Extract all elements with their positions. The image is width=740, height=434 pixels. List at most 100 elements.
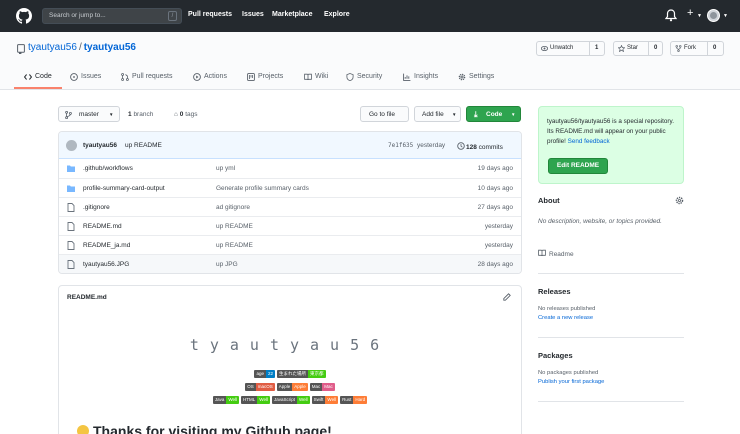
file-commit-message[interactable]: up README: [216, 223, 253, 230]
tab-label: Insights: [414, 73, 439, 80]
nav-marketplace[interactable]: Marketplace: [272, 11, 312, 18]
gear-icon: [458, 73, 466, 81]
tab-label: Security: [357, 73, 383, 80]
nav-explore[interactable]: Explore: [324, 11, 350, 18]
chevron-down-icon: ▼: [697, 13, 702, 19]
file-commit-message[interactable]: ad gitignore: [216, 204, 250, 211]
file-age: yesterday: [484, 241, 513, 249]
commit-author-avatar[interactable]: [66, 140, 77, 151]
readme-link[interactable]: Readme: [538, 249, 574, 258]
badge: Swift Well: [311, 396, 339, 404]
code-download-button[interactable]: ⤓ Code ▼: [466, 106, 521, 122]
file-row[interactable]: README_ja.md up README yesterday: [59, 235, 521, 254]
badge: Apple Apple: [276, 383, 308, 391]
tab-label: Issues: [81, 73, 102, 80]
file-name[interactable]: .gitignore: [83, 204, 110, 211]
file-age: 10 days ago: [477, 184, 513, 192]
badge-row: age 22 生まれた場所 東京都: [59, 370, 521, 378]
about-heading: About: [538, 196, 560, 205]
file-name[interactable]: README_ja.md: [83, 242, 130, 249]
file-commit-message[interactable]: up README: [216, 242, 253, 249]
chevron-down-icon: ▼: [511, 112, 516, 117]
tags-link[interactable]: ⌂ 0 tags: [174, 111, 197, 118]
tab-label: Pull requests: [132, 73, 173, 80]
readme-panel: README.md tyautyau56 age 22 生まれた場所 東京都 OS ma…: [58, 285, 522, 434]
file-icon: [67, 260, 75, 269]
edit-readme-button[interactable]: Edit README: [548, 158, 608, 174]
pull-request-icon: [121, 73, 129, 81]
commit-time: yesterday: [417, 142, 446, 149]
github-logo-icon[interactable]: [16, 8, 32, 24]
file-icon: [67, 203, 75, 212]
branches-link[interactable]: 1 branch: [128, 111, 153, 118]
file-browser: tyautyau56 up README 7e1f635 yesterday 1…: [58, 131, 522, 274]
chevron-down-icon: ▼: [723, 13, 728, 19]
star-button[interactable]: Star 0: [613, 41, 663, 56]
badge: HTML Well: [241, 396, 270, 404]
unwatch-button[interactable]: Unwatch 1: [536, 41, 605, 56]
special-repo-text: tyautyau56/tyautyau56 is a special repos…: [547, 118, 674, 145]
file-row[interactable]: tyautyau56.JPG up JPG 28 days ago: [59, 254, 521, 273]
slash-shortcut-key: /: [168, 11, 177, 21]
file-name[interactable]: profile-summary-card-output: [83, 185, 165, 192]
go-to-file-button[interactable]: Go to file: [360, 106, 409, 122]
sidebar-divider: [538, 337, 684, 338]
publish-package-link[interactable]: Publish your first package: [538, 379, 604, 385]
clock-icon: [457, 142, 465, 150]
fork-count[interactable]: 0: [713, 45, 716, 51]
releases-heading[interactable]: Releases: [538, 287, 571, 296]
special-repo-notice: tyautyau56/tyautyau56 is a special repos…: [538, 106, 684, 184]
gear-icon[interactable]: [675, 196, 684, 205]
repo-owner-link[interactable]: tyautyau56: [28, 42, 77, 53]
file-row[interactable]: profile-summary-card-output Generate pro…: [59, 178, 521, 197]
commit-author[interactable]: tyautyau56: [83, 142, 117, 149]
bell-icon[interactable]: [665, 9, 677, 22]
file-commit-message[interactable]: up JPG: [216, 261, 238, 268]
file-name[interactable]: README.md: [83, 223, 122, 230]
file-row[interactable]: README.md up README yesterday: [59, 216, 521, 235]
packages-empty-text: No packages published: [538, 370, 599, 376]
book-icon: [304, 73, 312, 81]
nav-issues[interactable]: Issues: [242, 11, 264, 18]
tab-label: Projects: [258, 73, 284, 80]
fork-label: Fork: [684, 45, 696, 51]
chevron-down-icon: ▼: [109, 112, 114, 117]
file-commit-message[interactable]: up yml: [216, 165, 235, 172]
folder-icon: [67, 185, 75, 192]
badge: JavaScript Well: [271, 396, 310, 404]
watch-count[interactable]: 1: [595, 45, 598, 51]
button-divider: [589, 42, 590, 55]
issue-icon: [70, 73, 78, 81]
pencil-icon[interactable]: [503, 293, 511, 301]
repo-title: tyautyau56/tyautyau56: [28, 42, 136, 53]
file-name[interactable]: tyautyau56.JPG: [83, 261, 129, 268]
send-feedback-link[interactable]: Send feedback: [568, 138, 610, 145]
commit-message[interactable]: up README: [125, 142, 162, 149]
file-commit-message[interactable]: Generate profile summary cards: [216, 185, 309, 192]
nav-pull-requests[interactable]: Pull requests: [188, 11, 232, 18]
packages-heading[interactable]: Packages: [538, 351, 573, 360]
search-input[interactable]: Search or jump to... /: [42, 8, 182, 24]
readme-header: README.md: [59, 286, 521, 310]
create-release-link[interactable]: Create a new release: [538, 315, 593, 321]
releases-empty-text: No releases published: [538, 306, 596, 312]
plus-icon[interactable]: +: [687, 7, 693, 19]
fork-button[interactable]: Fork 0: [670, 41, 724, 56]
tab-label: Settings: [469, 73, 495, 80]
file-row[interactable]: .github/workflows up yml 19 days ago: [59, 159, 521, 178]
branch-select-button[interactable]: master ▼: [58, 106, 120, 122]
star-count[interactable]: 0: [654, 45, 657, 51]
search-placeholder: Search or jump to...: [49, 12, 106, 19]
file-icon: [67, 222, 75, 231]
file-row[interactable]: .gitignore ad gitignore 27 days ago: [59, 197, 521, 216]
go-to-file-label: Go to file: [369, 110, 396, 118]
commit-sha[interactable]: 7e1f635: [388, 142, 413, 149]
download-icon: ⤓: [474, 109, 478, 119]
latest-commit-bar: tyautyau56 up README 7e1f635 yesterday 1…: [59, 132, 521, 159]
repo-name-link[interactable]: tyautyau56: [84, 42, 136, 53]
commits-link[interactable]: 128 commits: [457, 142, 503, 151]
user-avatar[interactable]: [707, 9, 720, 22]
badge: OS macOS: [245, 383, 275, 391]
add-file-button[interactable]: Add file ▼: [414, 106, 461, 122]
file-name[interactable]: .github/workflows: [83, 165, 133, 172]
